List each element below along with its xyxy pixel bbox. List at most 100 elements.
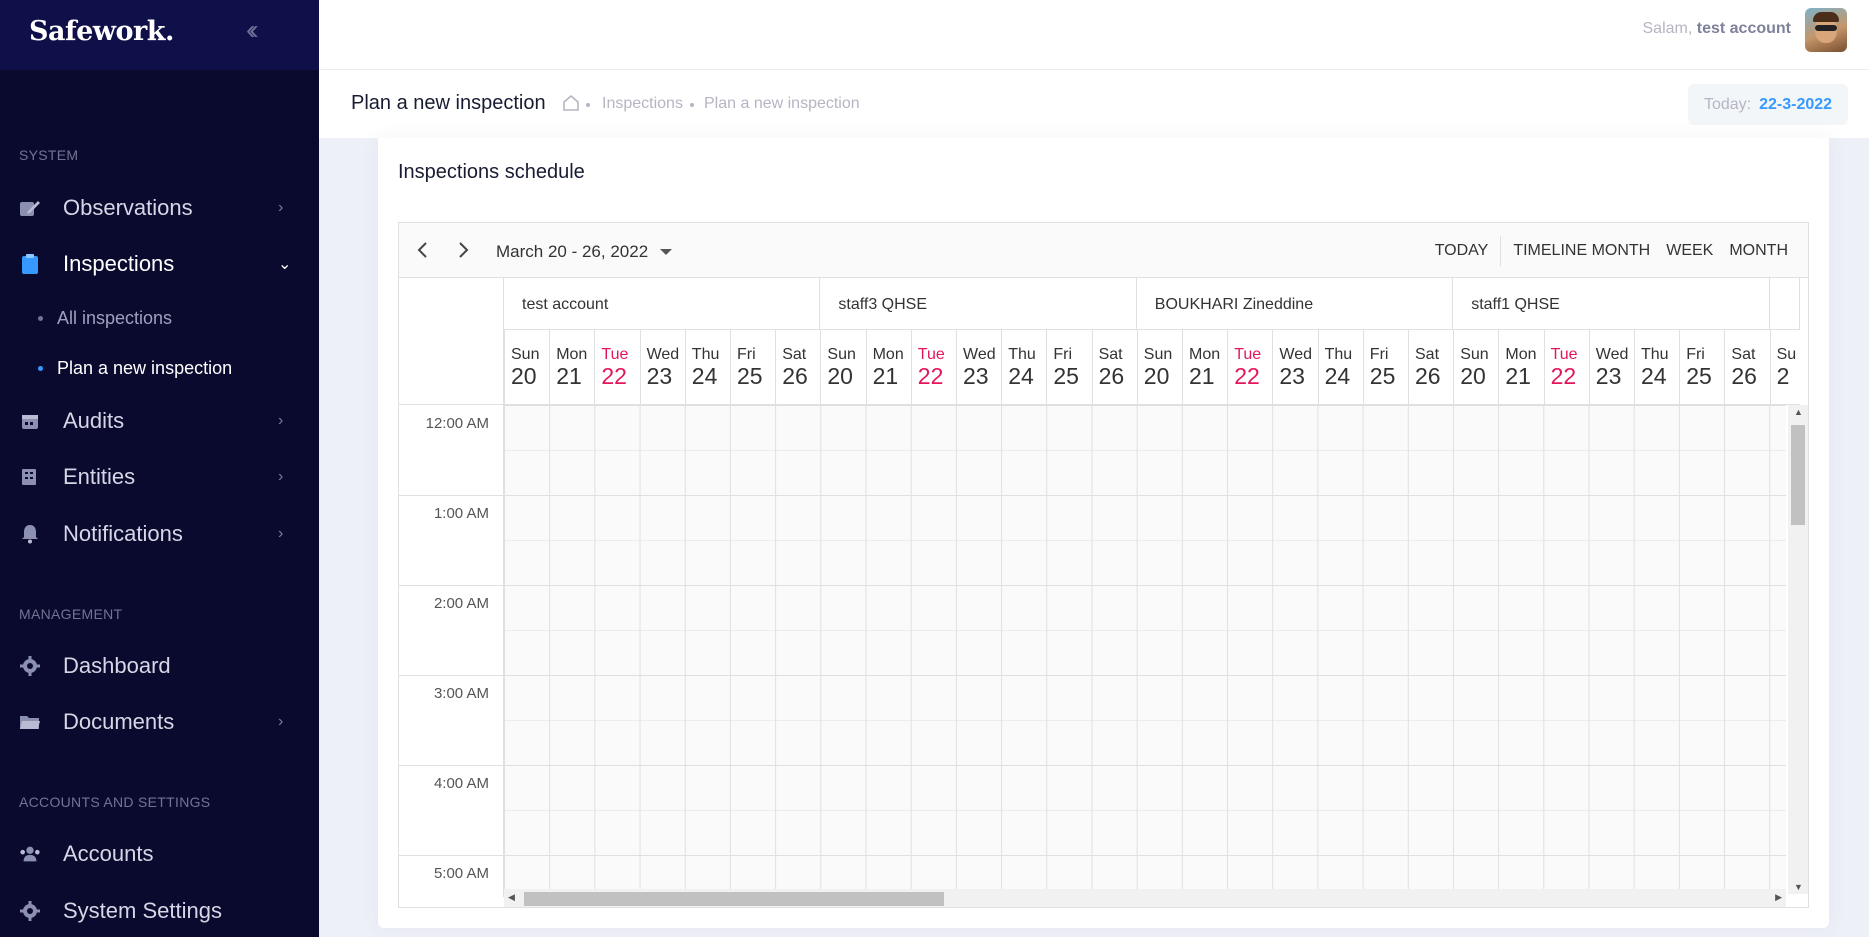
date-header[interactable]: Sun 20 <box>1453 330 1499 405</box>
sidebar-item-system-settings[interactable]: System Settings <box>0 887 319 935</box>
date-header[interactable]: Fri 25 <box>1046 330 1092 405</box>
resource-header: staff1 QHSE <box>1453 278 1770 330</box>
date-header[interactable]: Wed 23 <box>1272 330 1318 405</box>
brand-logo[interactable]: Safework. <box>29 16 174 47</box>
day-name: Thu <box>1324 346 1353 363</box>
date-header[interactable]: Thu 24 <box>1634 330 1680 405</box>
date-header[interactable]: Fri 25 <box>1679 330 1725 405</box>
double-chevron-left-icon[interactable]: ‹‹ <box>246 15 258 45</box>
scroll-up-icon[interactable]: ▲ <box>1794 407 1803 417</box>
date-header[interactable]: Thu 24 <box>684 330 730 405</box>
day-name: Wed <box>963 346 996 363</box>
date-header[interactable]: Sun 20 <box>820 330 866 405</box>
scroll-right-icon[interactable]: ▶ <box>1775 892 1782 903</box>
scroll-down-icon[interactable]: ▼ <box>1794 882 1803 892</box>
sidebar-item-dashboard[interactable]: Dashboard <box>0 642 319 690</box>
date-header[interactable]: Fri 25 <box>730 330 776 405</box>
avatar[interactable] <box>1805 8 1847 52</box>
day-name: Mon <box>872 346 904 363</box>
time-label: 2:00 AM <box>433 595 489 612</box>
sidebar-item-entities[interactable]: Entities › <box>0 453 319 501</box>
home-icon[interactable] <box>562 94 580 112</box>
date-header[interactable]: Sun 20 <box>1136 330 1182 405</box>
time-label: 12:00 AM <box>425 415 489 432</box>
date-header[interactable]: Wed 23 <box>1588 330 1634 405</box>
date-header[interactable]: Tue 22 <box>910 330 956 405</box>
day-number: 20 <box>1460 363 1486 389</box>
breadcrumb-inspections[interactable]: Inspections <box>602 95 683 113</box>
sidebar-item-documents[interactable]: Documents › <box>0 698 319 746</box>
sidebar-item-inspections[interactable]: Inspections ⌄ <box>0 240 319 288</box>
scroll-left-icon[interactable]: ◀ <box>508 892 515 903</box>
date-header[interactable]: Sat 26 <box>1724 330 1770 405</box>
day-name: Fri <box>1053 346 1073 363</box>
sidebar-item-accounts[interactable]: Accounts <box>0 830 319 878</box>
date-header[interactable]: Tue 22 <box>594 330 640 405</box>
resource-header: BOUKHARI Zineddine <box>1136 278 1454 330</box>
date-header[interactable]: Sat 26 <box>1091 330 1137 405</box>
day-name: Fri <box>1369 346 1389 363</box>
caret-down-icon <box>660 249 673 255</box>
day-name: Wed <box>1279 346 1312 363</box>
time-label: 4:00 AM <box>433 775 489 792</box>
date-header[interactable]: Mon 21 <box>865 330 911 405</box>
previous-icon[interactable] <box>409 237 435 263</box>
schedule-card: Inspections schedule March 20 - 26, 2022… <box>378 138 1829 928</box>
date-header[interactable]: Tue 22 <box>1543 330 1589 405</box>
day-name: Sun <box>1143 346 1173 363</box>
toolbar-separator <box>1500 235 1502 266</box>
date-header[interactable]: Sat 26 <box>775 330 821 405</box>
sidebar-subitem-label: Plan a new inspection <box>57 357 233 378</box>
date-header-overflow[interactable]: Su 2 <box>1769 330 1800 405</box>
sidebar-item-observations[interactable]: Observations › <box>0 184 319 232</box>
hour-divider <box>399 675 504 676</box>
day-name: Thu <box>1641 346 1669 363</box>
subheader: Plan a new inspection Inspections Plan a… <box>319 70 1869 138</box>
vertical-scroll-thumb[interactable] <box>1791 425 1805 525</box>
section-title-management: MANAGEMENT <box>19 606 123 622</box>
sidebar-subitem-plan-inspection[interactable]: Plan a new inspection <box>0 348 319 388</box>
hour-divider <box>399 855 504 856</box>
day-name: Wed <box>1595 346 1629 363</box>
sidebar-subitem-label: All inspections <box>57 307 173 328</box>
hour-divider <box>399 585 504 586</box>
timeline-month-button[interactable]: TIMELINE MONTH <box>1505 242 1658 260</box>
date-header[interactable]: Mon 21 <box>1498 330 1544 405</box>
user-greeting[interactable]: Salam, test account <box>1643 20 1792 38</box>
today-button[interactable]: TODAY <box>1427 242 1497 260</box>
greeting-text: Salam, <box>1642 20 1693 37</box>
date-range-picker[interactable]: March 20 - 26, 2022 <box>496 242 673 262</box>
date-header[interactable]: Sun 20 <box>504 330 550 405</box>
date-header[interactable]: Sat 26 <box>1408 330 1454 405</box>
date-header[interactable]: Wed 23 <box>639 330 685 405</box>
vertical-scrollbar[interactable]: ▲ ▼ <box>1788 405 1808 894</box>
date-header[interactable]: Thu 24 <box>1317 330 1363 405</box>
sidebar-subitem-all-inspections[interactable]: All inspections <box>0 298 319 338</box>
date-header[interactable]: Thu 24 <box>1001 330 1047 405</box>
date-header[interactable]: Mon 21 <box>549 330 595 405</box>
horizontal-scroll-thumb[interactable] <box>524 892 944 906</box>
date-header[interactable]: Wed 23 <box>956 330 1002 405</box>
breadcrumb-plan-inspection[interactable]: Plan a new inspection <box>704 95 860 113</box>
schedule-cells[interactable] <box>504 405 1786 897</box>
week-button[interactable]: WEEK <box>1658 242 1721 260</box>
chevron-right-icon: › <box>278 468 284 485</box>
day-number: 20 <box>511 363 537 389</box>
day-name: Tue <box>1234 346 1262 363</box>
next-icon[interactable] <box>451 237 477 263</box>
calendar-icon <box>19 410 41 432</box>
sidebar-item-label: Observations <box>63 195 193 220</box>
sidebar-item-notifications[interactable]: Notifications › <box>0 510 319 558</box>
building-icon <box>19 466 41 488</box>
sidebar-item-audits[interactable]: Audits › <box>0 397 319 445</box>
day-name: Mon <box>556 346 588 363</box>
grid-corner <box>399 278 504 405</box>
date-header[interactable]: Fri 25 <box>1362 330 1408 405</box>
horizontal-scrollbar[interactable]: ◀ ▶ <box>504 889 1786 907</box>
month-button[interactable]: MONTH <box>1721 242 1796 260</box>
day-number: 20 <box>1143 363 1170 389</box>
time-column: 12:00 AM 1:00 AM 2:00 AM 3:00 AM 4:00 AM 5:00… <box>399 405 504 897</box>
date-header[interactable]: Tue 22 <box>1227 330 1273 405</box>
date-header[interactable]: Mon 21 <box>1182 330 1228 405</box>
sidebar: Safework. ‹‹ SYSTEM Observations › Inspe… <box>0 0 319 937</box>
